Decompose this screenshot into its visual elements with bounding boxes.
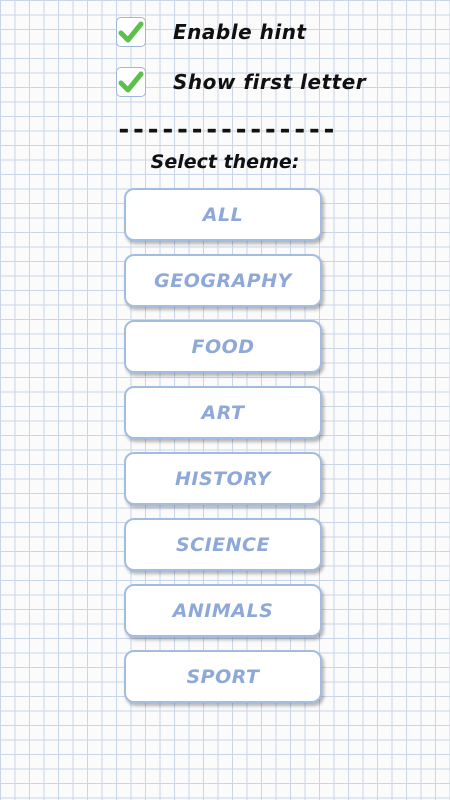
theme-button-all[interactable]: ALL [124,188,322,241]
enable-hint-checkbox[interactable] [116,17,146,47]
theme-button-label: ART [201,401,245,424]
theme-button-history[interactable]: HISTORY [124,452,322,505]
section-divider: --------------- [116,118,334,142]
show-first-letter-checkbox[interactable] [116,67,146,97]
show-first-letter-label: Show first letter [173,70,367,94]
theme-button-label: GEOGRAPHY [154,269,292,292]
checkmark-icon [118,71,144,93]
select-theme-heading: Select theme: [150,151,300,173]
checkmark-icon [118,21,144,43]
theme-button-sport[interactable]: SPORT [124,650,322,703]
enable-hint-label: Enable hint [173,20,307,44]
theme-button-label: ANIMALS [172,599,274,622]
enable-hint-row[interactable]: Enable hint [116,15,307,49]
theme-button-animals[interactable]: ANIMALS [124,584,322,637]
theme-button-label: ALL [202,203,244,226]
theme-button-label: SPORT [186,665,260,688]
theme-button-label: HISTORY [175,467,271,490]
theme-button-label: FOOD [191,335,255,358]
theme-button-geography[interactable]: GEOGRAPHY [124,254,322,307]
theme-button-label: SCIENCE [175,533,270,556]
theme-list: ALL GEOGRAPHY FOOD ART HISTORY SCIENCE A… [124,188,322,716]
theme-button-food[interactable]: FOOD [124,320,322,373]
theme-button-science[interactable]: SCIENCE [124,518,322,571]
show-first-letter-row[interactable]: Show first letter [116,65,366,99]
theme-button-art[interactable]: ART [124,386,322,439]
